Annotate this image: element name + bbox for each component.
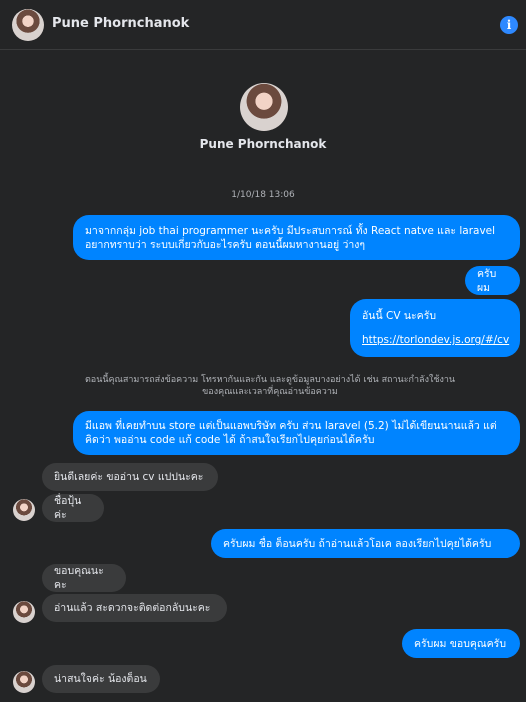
chat-header: Pune Phornchanok i <box>0 0 526 50</box>
message-bubble[interactable]: มาจากกลุ่ม job thai programmer นะครับ มี… <box>73 215 520 260</box>
message-text: ชื่อปุ้นค่ะ <box>54 495 82 521</box>
message-text: อันนี้ CV นะครับ <box>362 310 436 322</box>
message-text: ครับผม ขอบคุณครับ <box>414 637 506 650</box>
message-text: ยินดีเลยค่ะ ขออ่าน cv แปปนะคะ <box>54 471 204 483</box>
cv-link[interactable]: https://torlondev.js.org/#/cv <box>362 333 509 347</box>
message-bubble[interactable]: มีแอพ ที่เคยทำบน store แต่เป็นแอพบริษัท … <box>73 411 520 455</box>
message-text: น่าสนใจค่ะ น้องต็อน <box>54 673 147 685</box>
message-bubble[interactable]: อ่านแล้ว สะดวกจะติดต่อกลับนะคะ <box>42 594 227 622</box>
contact-name[interactable]: Pune Phornchanok <box>52 16 189 31</box>
message-text: มาจากกลุ่ม job thai programmer นะครับ มี… <box>85 224 496 251</box>
message-bubble[interactable]: ขอบคุณนะคะ <box>42 564 126 592</box>
message-timestamp: 1/10/18 13:06 <box>231 190 295 200</box>
message-bubble[interactable]: น่าสนใจค่ะ น้องต็อน <box>42 665 160 693</box>
message-text: ครับผม ชื่อ ต็อนครับ ถ้าอ่านแล้วโอเค ลอง… <box>223 537 492 550</box>
message-text: ขอบคุณนะคะ <box>54 565 104 591</box>
message-bubble[interactable]: ครับผม ขอบคุณครับ <box>402 629 520 658</box>
message-text: ครับผม <box>477 267 497 294</box>
message-bubble[interactable]: อันนี้ CV นะครับ https://torlondev.js.or… <box>350 299 520 357</box>
message-bubble[interactable]: ยินดีเลยค่ะ ขออ่าน cv แปปนะคะ <box>42 463 218 491</box>
connection-notice: ตอนนี้คุณสามารถส่งข้อความ โทรหากันและกัน… <box>84 375 456 397</box>
info-icon[interactable]: i <box>500 16 518 34</box>
message-bubble[interactable]: ครับผม <box>465 266 520 295</box>
sender-avatar[interactable] <box>13 601 35 623</box>
profile-name: Pune Phornchanok <box>199 137 327 151</box>
contact-avatar[interactable] <box>12 9 44 41</box>
sender-avatar[interactable] <box>13 499 35 521</box>
message-bubble[interactable]: ชื่อปุ้นค่ะ <box>42 494 104 522</box>
profile-avatar[interactable] <box>240 83 288 131</box>
sender-avatar[interactable] <box>13 671 35 693</box>
message-bubble[interactable]: ครับผม ชื่อ ต็อนครับ ถ้าอ่านแล้วโอเค ลอง… <box>211 529 520 558</box>
message-text: อ่านแล้ว สะดวกจะติดต่อกลับนะคะ <box>54 602 211 614</box>
message-text: มีแอพ ที่เคยทำบน store แต่เป็นแอพบริษัท … <box>85 420 497 446</box>
